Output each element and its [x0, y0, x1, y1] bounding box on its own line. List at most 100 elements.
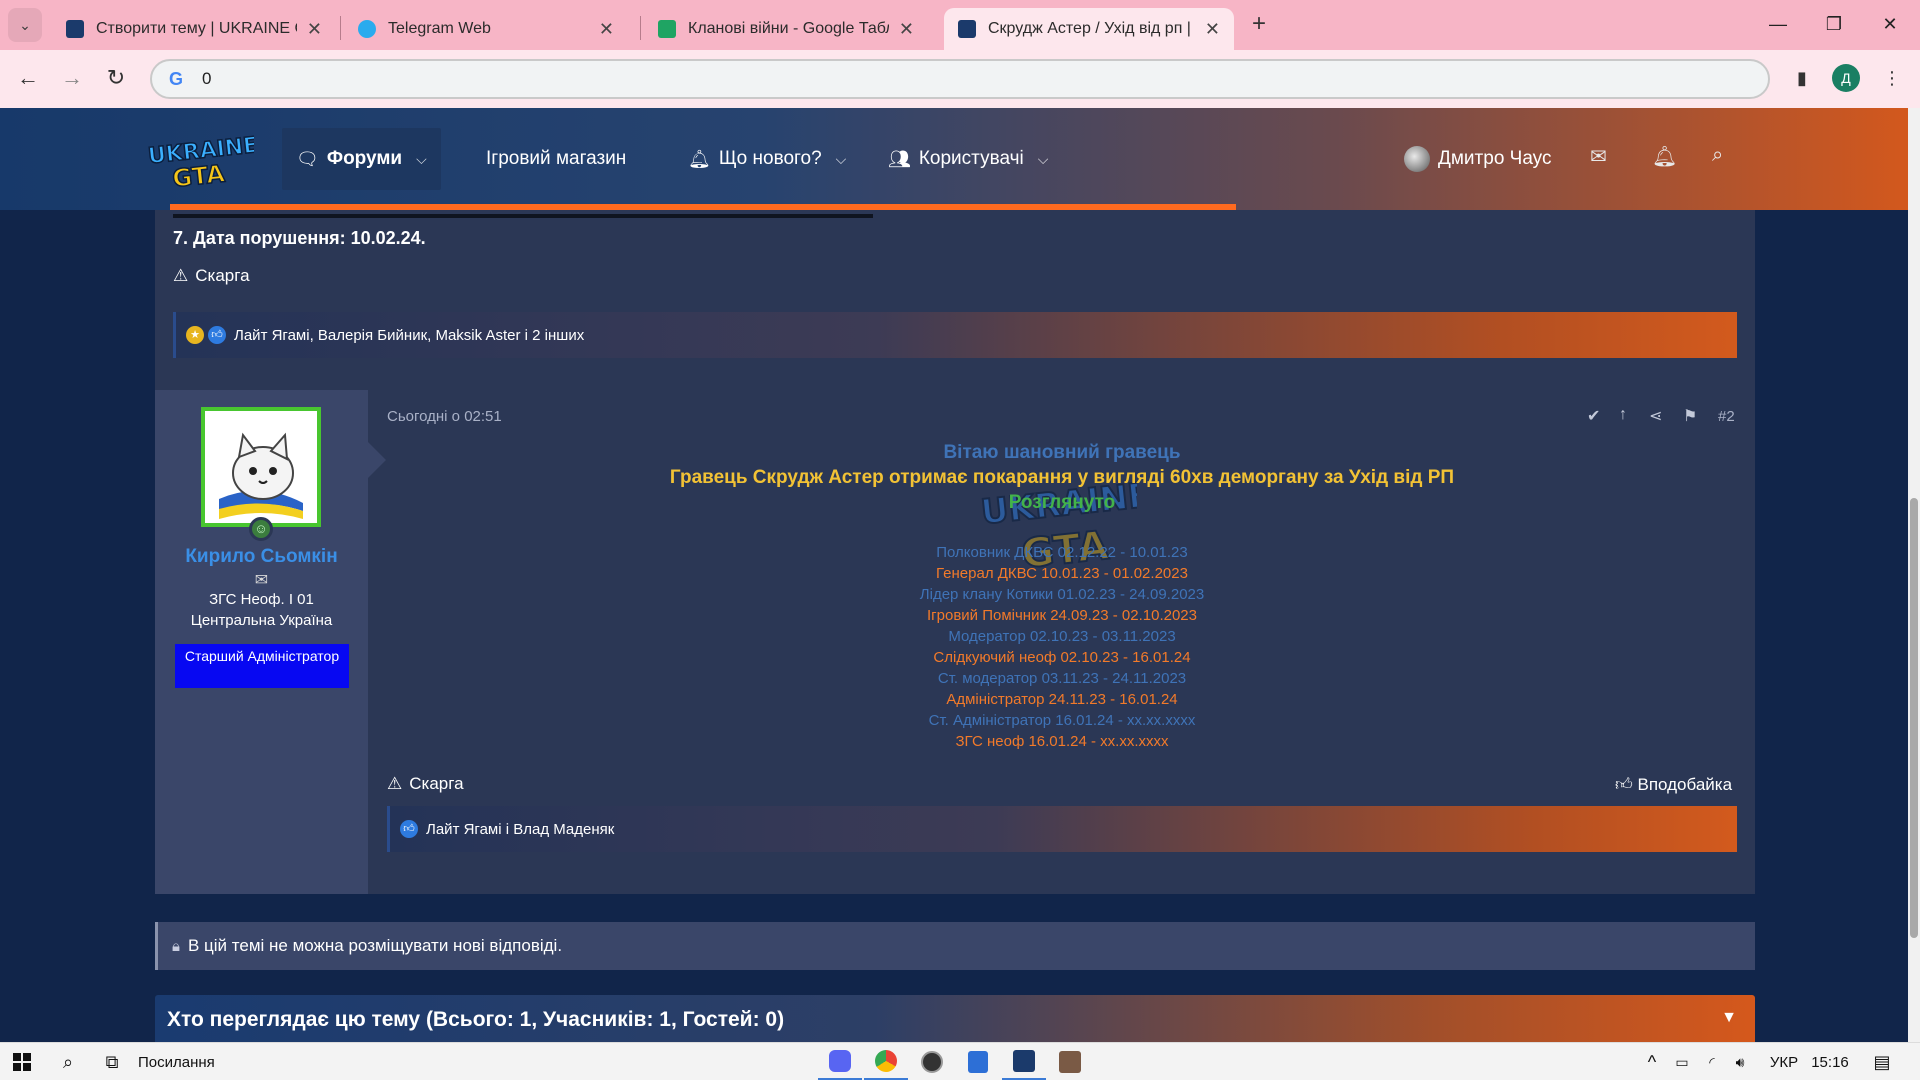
- volume-icon[interactable]: 🔊︎: [1728, 1043, 1752, 1080]
- tab-create-topic[interactable]: Створити тему | UKRAINE GTA ✕: [52, 8, 336, 50]
- browser-toolbar: ← → ↻ G 0 ▮ Д ⋮: [0, 50, 1920, 108]
- users-icon: 👥︎: [888, 148, 911, 169]
- author-panel: ☺ Кирило Сьомкін ✉ ЗГС Неоф. I 01 Центра…: [155, 390, 368, 894]
- notepad-app-icon[interactable]: [956, 1043, 1000, 1080]
- game-launcher-icon[interactable]: [1002, 1043, 1046, 1080]
- check-circle-icon[interactable]: ✔: [1587, 406, 1600, 426]
- author-mail-icon[interactable]: ✉: [155, 570, 368, 590]
- ukraine-gta-favicon-icon: [958, 20, 976, 38]
- nav-forums-label: Форуми: [326, 148, 403, 169]
- notification-bell-icon[interactable]: 🔔︎: [1652, 144, 1677, 169]
- signature-line: Адміністратор 24.11.23 - 16.01.24: [946, 691, 1178, 708]
- report-button[interactable]: ⚠ Скарга: [387, 774, 464, 794]
- notifications-icon[interactable]: ▤: [1864, 1043, 1900, 1080]
- author-title: ЗГС Неоф. I 01: [209, 591, 314, 608]
- tab-search-chevron-icon[interactable]: ⌄: [8, 8, 42, 42]
- user-avatar: [1404, 146, 1430, 172]
- post-date[interactable]: Сьогодні о 02:51: [387, 408, 502, 425]
- profile-initial: Д: [1841, 70, 1851, 86]
- task-view-icon[interactable]: ⧉: [90, 1043, 134, 1080]
- author-avatar[interactable]: [201, 407, 321, 527]
- report-button[interactable]: ⚠ Скарга: [173, 266, 250, 286]
- share-icon[interactable]: ⋖: [1649, 406, 1662, 426]
- reload-icon[interactable]: ↻: [100, 63, 132, 95]
- signature-line: Ст. Адміністратор 16.01.24 - xx.xx.xxxx: [928, 712, 1196, 729]
- tab-title: Telegram Web: [388, 20, 491, 37]
- side-panel-icon[interactable]: ▮: [1788, 64, 1816, 92]
- post-body: UKRAINE GTA Вітаю шановний гравець Граве…: [387, 438, 1737, 758]
- minimize-icon[interactable]: —: [1750, 0, 1806, 50]
- post-number[interactable]: #2: [1718, 408, 1735, 425]
- taskbar-search-icon[interactable]: ⌕: [46, 1043, 90, 1080]
- ukraine-gta-logo[interactable]: UKRAINE GTA: [146, 132, 254, 190]
- language-indicator[interactable]: УКР: [1764, 1043, 1804, 1080]
- tab-telegram[interactable]: Telegram Web ✕: [344, 8, 628, 50]
- thumbs-up-outline-icon: 👍︎: [1615, 775, 1633, 794]
- likes-summary[interactable]: 👍︎ Лайт Ягамі і Влад Маденяк: [387, 806, 1737, 852]
- tab-title: Скрудж Астер / Ухід від рп | Uk: [988, 20, 1195, 37]
- tab-active-thread[interactable]: Скрудж Астер / Ухід від рп | Uk ✕: [944, 8, 1234, 50]
- signature-line: Ігровий Помічник 24.09.23 - 02.10.2023: [927, 607, 1197, 624]
- arrow-up-icon[interactable]: ↑: [1619, 406, 1627, 424]
- user-menu[interactable]: Дмитро Чаус: [1404, 128, 1551, 190]
- verdict-line: Гравець Скрудж Астер отримає покарання у…: [669, 467, 1455, 488]
- kebab-menu-icon[interactable]: ⋮: [1878, 64, 1906, 92]
- close-icon[interactable]: ✕: [899, 19, 914, 40]
- status-line: Розглянуто: [1008, 492, 1116, 513]
- forward-arrow-icon[interactable]: →: [56, 63, 88, 95]
- language-label: УКР: [1769, 1053, 1799, 1071]
- restore-icon[interactable]: ❐: [1806, 0, 1862, 50]
- warning-triangle-icon: ⚠: [173, 266, 189, 285]
- window-close-icon[interactable]: ✕: [1862, 0, 1918, 50]
- back-arrow-icon[interactable]: ←: [12, 63, 44, 95]
- who-viewing-text: Хто переглядає цю тему (Всього: 1, Учасн…: [167, 1008, 785, 1031]
- chevron-down-icon[interactable]: ⌵: [836, 151, 847, 168]
- battery-icon[interactable]: ▭: [1670, 1043, 1694, 1080]
- nav-forums[interactable]: 🗨 Форуми ⌵: [282, 128, 441, 190]
- likes-text: Лайт Ягамі і Влад Маденяк: [426, 820, 615, 838]
- profile-avatar[interactable]: Д: [1832, 64, 1860, 92]
- obs-app-icon[interactable]: [910, 1043, 954, 1080]
- nav-whats-new-label: Що нового?: [718, 148, 822, 169]
- envelope-icon[interactable]: ✉: [1590, 144, 1607, 169]
- author-region: Центральна Україна: [190, 612, 333, 629]
- discord-app-icon[interactable]: [818, 1043, 862, 1080]
- new-tab-plus-icon[interactable]: +: [1244, 10, 1274, 40]
- reaction-yellow-icon: ★: [186, 326, 204, 344]
- post-text-line: 7. Дата порушення: 10.02.24.: [173, 228, 426, 248]
- site-header: UKRAINE GTA 🗨 Форуми ⌵ Ігровий магазин 🔔…: [0, 108, 1908, 210]
- address-bar[interactable]: G 0: [150, 59, 1770, 99]
- chevron-down-icon[interactable]: ▼: [1721, 1009, 1737, 1027]
- signature-line: ЗГС неоф 16.01.24 - xx.xx.xxxx: [955, 733, 1169, 750]
- tray-chevron-up-icon[interactable]: ^: [1640, 1043, 1664, 1080]
- chevron-down-icon[interactable]: ⌵: [1038, 151, 1049, 168]
- chat-bubble-icon: 🗨: [296, 148, 319, 169]
- taskbar-search-box[interactable]: Посилання: [138, 1043, 215, 1080]
- author-name[interactable]: Кирило Сьомкін: [155, 546, 368, 568]
- nav-users[interactable]: 👥︎ Користувачі ⌵: [888, 128, 1048, 190]
- close-icon[interactable]: ✕: [1205, 19, 1220, 40]
- tab-google-sheets[interactable]: Кланові війни - Google Таблиц ✕: [644, 8, 928, 50]
- nav-whats-new[interactable]: 🔔︎ Що нового? ⌵: [688, 128, 846, 190]
- chevron-down-icon[interactable]: ⌵: [416, 151, 427, 168]
- bookmark-icon[interactable]: ⚑: [1683, 406, 1697, 426]
- search-icon[interactable]: ⌕: [1712, 144, 1723, 167]
- photo-app-icon[interactable]: [1048, 1043, 1092, 1080]
- address-text: 0: [202, 69, 212, 88]
- scrollbar-thumb[interactable]: [1910, 498, 1918, 938]
- windows-start-icon[interactable]: [0, 1043, 44, 1080]
- nav-game-shop[interactable]: Ігровий магазин: [486, 128, 626, 190]
- thumbs-up-icon: 👍︎: [208, 326, 226, 344]
- who-viewing-header[interactable]: Хто переглядає цю тему (Всього: 1, Учасн…: [155, 995, 1755, 1042]
- likes-summary[interactable]: ★ 👍︎ Лайт Ягамі, Валерія Бийник, Maksik …: [173, 312, 1737, 358]
- signature-line: Модератор 02.10.23 - 03.11.2023: [948, 628, 1176, 645]
- page-scrollbar[interactable]: [1908, 108, 1920, 1042]
- close-icon[interactable]: ✕: [599, 19, 614, 40]
- warning-triangle-icon: ⚠: [387, 774, 403, 793]
- like-button[interactable]: 👍︎ Вподобайка: [1615, 774, 1732, 795]
- chrome-app-icon[interactable]: [864, 1043, 908, 1080]
- thread-locked-notice: 🔒︎ В цій темі не можна розміщувати нові …: [155, 922, 1755, 970]
- close-icon[interactable]: ✕: [307, 19, 322, 40]
- taskbar-clock[interactable]: 15:16: [1810, 1043, 1850, 1080]
- wifi-icon[interactable]: ◜: [1700, 1043, 1724, 1080]
